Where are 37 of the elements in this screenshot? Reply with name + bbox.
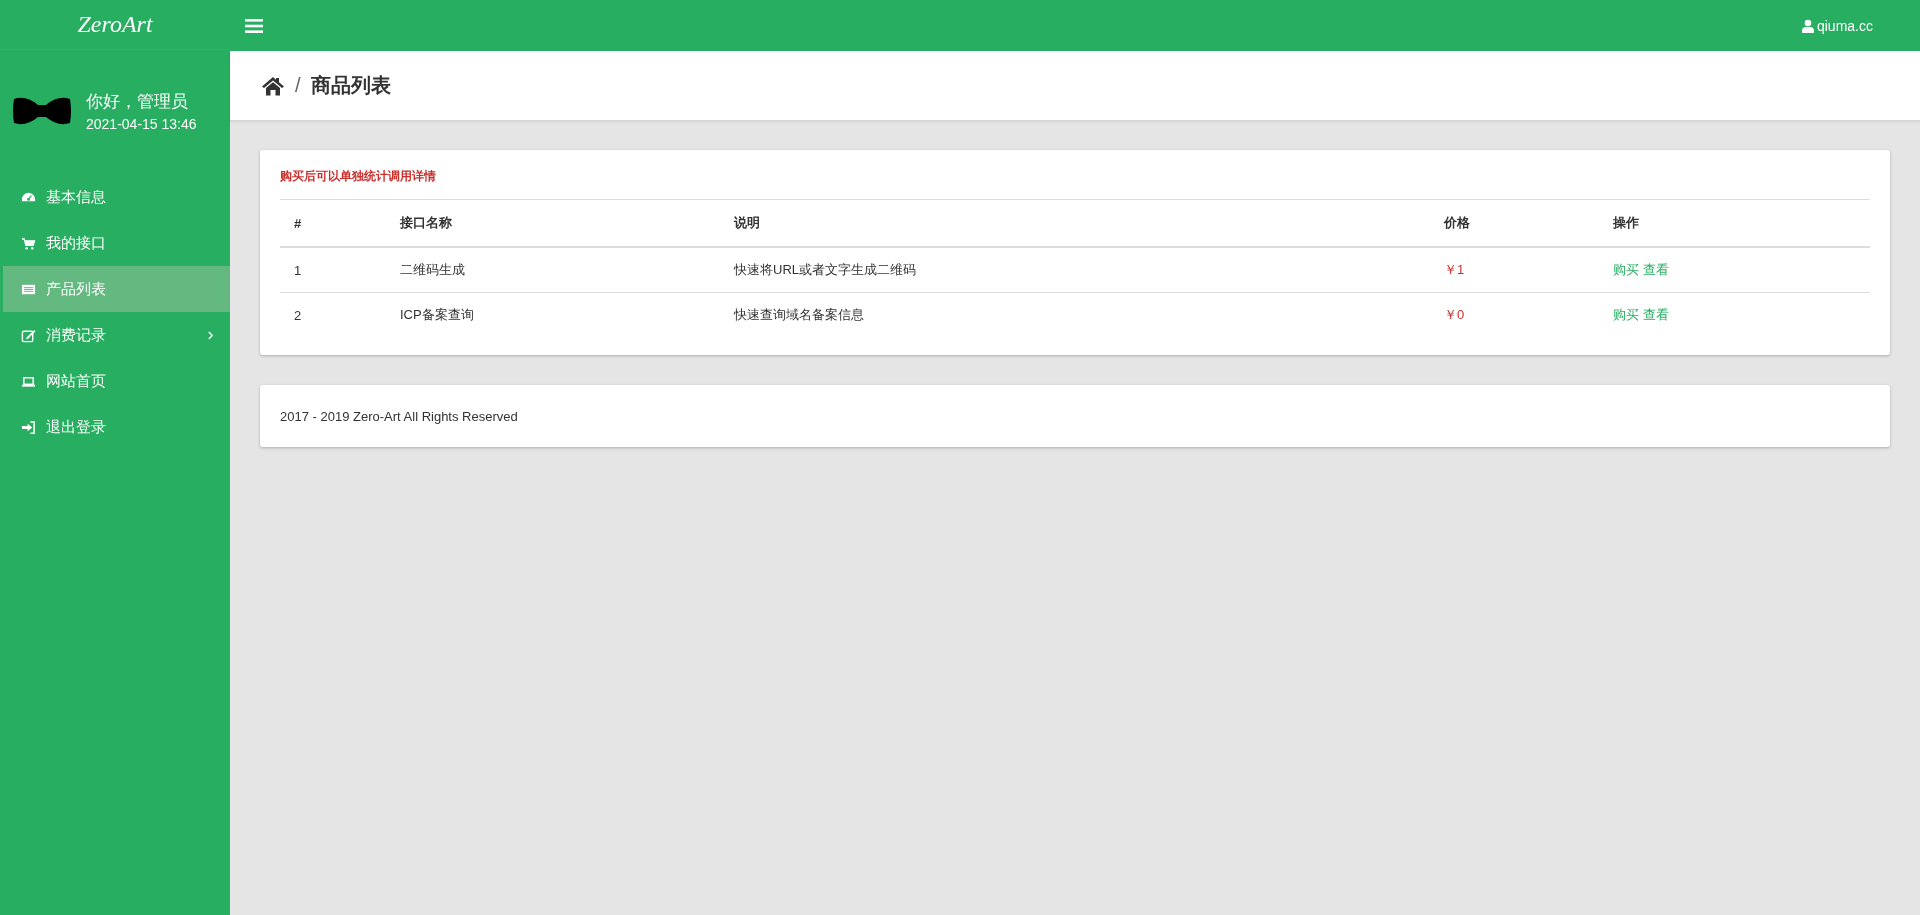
chevron-right-icon (207, 329, 214, 341)
column-header: 价格 (1430, 200, 1599, 247)
home-icon[interactable] (261, 75, 285, 96)
user-icon (1801, 18, 1814, 33)
table-cell: 快速查询域名备案信息 (720, 292, 1430, 337)
table-cell: 快速将URL或者文字生成二维码 (720, 247, 1430, 293)
sign-in-icon (21, 419, 36, 435)
column-header: 接口名称 (386, 200, 720, 247)
action-link[interactable]: 查看 (1643, 307, 1669, 322)
user-menu[interactable]: qiuma.cc (1801, 17, 1890, 34)
table-cell: ICP备案查询 (386, 292, 720, 337)
column-header: 说明 (720, 200, 1430, 247)
price-cell: ￥0 (1430, 292, 1599, 337)
column-header: 操作 (1599, 200, 1870, 247)
greeting: 你好，管理员 (86, 91, 189, 113)
sidebar-item[interactable]: 网站首页 (3, 358, 230, 404)
sidebar-item[interactable]: 退出登录 (3, 404, 230, 450)
action-link[interactable]: 购买 (1613, 307, 1639, 322)
sidebar-item[interactable]: 消费记录 (3, 312, 230, 358)
copyright-text: 2017 - 2019 Zero-Art All Rights Reserved (280, 409, 518, 424)
sidebar-item[interactable]: 产品列表 (3, 266, 230, 312)
action-link[interactable]: 购买 (1613, 262, 1639, 277)
page-title: 商品列表 (310, 73, 391, 98)
breadcrumb-separator: / (295, 74, 301, 97)
table-cell: 2 (280, 292, 386, 337)
cart-icon (21, 235, 36, 251)
table-cell: 二维码生成 (386, 247, 720, 293)
price-cell: ￥1 (1430, 247, 1599, 293)
action-link[interactable]: 查看 (1643, 262, 1669, 277)
sidebar-item[interactable]: 我的接口 (3, 220, 230, 266)
edit-icon (21, 327, 36, 343)
login-time: 2021-04-15 13:46 (86, 116, 197, 132)
notice-text: 购买后可以单独统计调用详情 (280, 168, 1870, 200)
menu-icon[interactable] (245, 17, 263, 34)
column-header: # (280, 200, 386, 247)
table-cell: 1 (280, 247, 386, 293)
sidebar-item[interactable]: 基本信息 (3, 174, 230, 220)
